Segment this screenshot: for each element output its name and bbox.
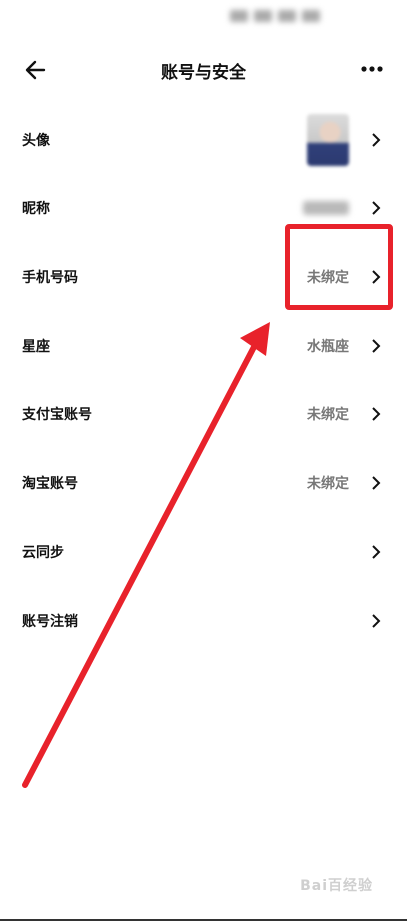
annotation-arrow bbox=[22, 322, 270, 788]
watermark: Bai百经验 bbox=[300, 878, 373, 894]
